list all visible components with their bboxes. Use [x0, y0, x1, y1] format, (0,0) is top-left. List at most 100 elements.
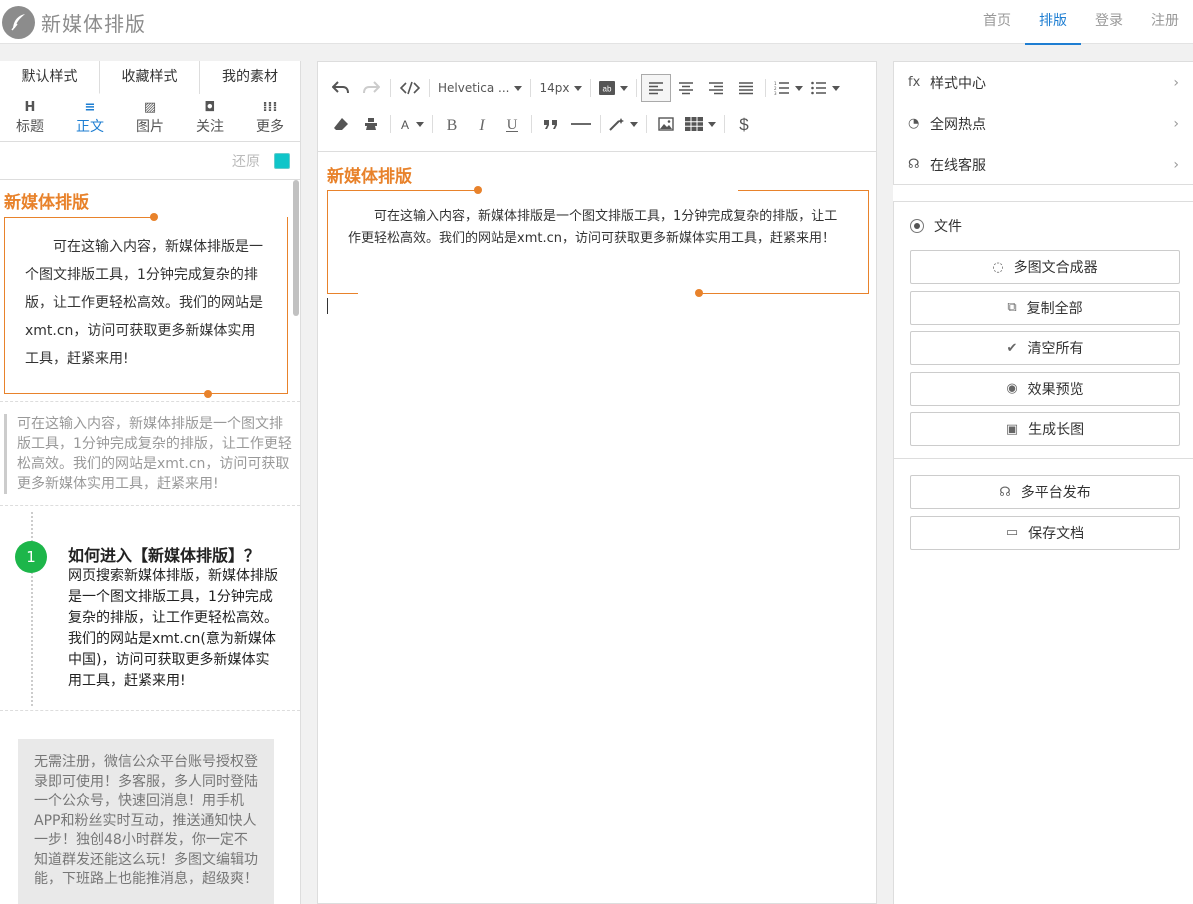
font-family-select[interactable]: Helvetica ...	[434, 74, 526, 102]
tab-favorite-styles[interactable]: 收藏样式	[100, 61, 200, 94]
unordered-list-button[interactable]	[807, 74, 844, 102]
toolbar-separator	[724, 115, 725, 133]
image-icon: ▣	[1005, 421, 1019, 437]
check-circle-icon: ✔	[1006, 340, 1018, 356]
compass-icon: ◔	[908, 116, 920, 131]
nav-home[interactable]: 首页	[969, 0, 1025, 44]
magic-wand-button[interactable]	[605, 110, 642, 138]
file-label: 文件	[934, 219, 962, 235]
align-center-button[interactable]	[671, 74, 701, 102]
button-label: 保存文档	[1028, 525, 1085, 542]
button-label: 清空所有	[1027, 341, 1084, 357]
document-body[interactable]: 可在这输入内容，新媒体排版是一个图文排版工具，1分钟完成复杂的排版，让工作更轻松…	[327, 190, 869, 293]
bold-icon: B	[447, 117, 458, 132]
blockquote-button[interactable]	[536, 110, 566, 138]
template-title: 如何进入【新媒体排版】？	[68, 546, 261, 565]
svg-text:A: A	[401, 118, 409, 131]
chevron-down-icon	[514, 85, 523, 91]
chevron-down-icon	[630, 121, 638, 127]
template-gray-box[interactable]: 无需注册，微信公众平台账号授权登录即可使用！多客服，多人同时登陆一个公众号，快速…	[0, 711, 300, 904]
font-size-select[interactable]: 14px	[535, 74, 586, 102]
multi-article-composer-button[interactable]: ◌ 多图文合成器	[910, 250, 1180, 284]
toolbar-separator	[765, 79, 767, 97]
restore-button[interactable]: 还原	[232, 151, 260, 171]
heading-icon: H	[24, 100, 36, 115]
category-body[interactable]: ≡ 正文	[60, 94, 120, 141]
decor-line	[698, 293, 869, 294]
chevron-down-icon	[620, 85, 629, 91]
composer-icon: ◌	[992, 259, 1004, 275]
category-follow[interactable]: ◘ 关注	[180, 94, 240, 141]
source-code-button[interactable]	[395, 74, 425, 102]
chevron-down-icon	[795, 85, 804, 91]
underline-button[interactable]: U	[497, 110, 527, 138]
undo-button[interactable]	[326, 74, 356, 102]
preview-button[interactable]: ◉ 效果预览	[910, 371, 1180, 406]
font-size-value: 14px	[539, 81, 570, 95]
svg-text:I: I	[478, 117, 485, 132]
category-label: 关注	[196, 119, 224, 135]
editor-document[interactable]: 新媒体排版 可在这输入内容，新媒体排版是一个图文排版工具，1分钟完成复杂的排版，…	[318, 152, 876, 314]
nav-register[interactable]: 注册	[1137, 0, 1193, 44]
nav-layout[interactable]: 排版	[1025, 0, 1081, 45]
redo-button[interactable]	[356, 74, 386, 102]
category-label: 更多	[256, 119, 284, 135]
logo[interactable]: 新媒体排版	[2, 4, 146, 40]
menu-online-support[interactable]: ☊ 在线客服 ›	[894, 144, 1193, 185]
category-image[interactable]: ▨ 图片	[120, 94, 180, 141]
dollar-button[interactable]: $	[729, 110, 759, 138]
tab-default-styles[interactable]: 默认样式	[0, 61, 100, 94]
category-more[interactable]: ⁞⁞⁞ 更多	[240, 94, 300, 141]
button-label: 多图文合成器	[1013, 260, 1098, 276]
table-icon	[685, 117, 703, 131]
font-color-button[interactable]: A	[395, 110, 428, 138]
button-label: 复制全部	[1026, 300, 1083, 317]
section-divider	[894, 458, 1193, 459]
italic-button[interactable]: I	[467, 110, 497, 138]
eraser-icon	[334, 118, 348, 130]
ordered-list-button[interactable]: 123	[770, 74, 807, 102]
align-justify-icon	[739, 82, 754, 95]
align-right-button[interactable]	[701, 74, 731, 102]
multi-platform-publish-button[interactable]: ☊ 多平台发布	[910, 475, 1180, 509]
template-numbered-step[interactable]: 1 如何进入【新媒体排版】？ 网页搜索新媒体排版，新媒体排版是一个图文排版工具，…	[0, 506, 300, 711]
toolbar-row-1: Helvetica ... 14px ab 1 2 3	[326, 70, 876, 106]
copy-all-button[interactable]: ⧉ 复制全部	[910, 290, 1180, 325]
chevron-right-icon: ›	[1173, 74, 1179, 91]
color-picker-swatch[interactable]	[274, 152, 290, 169]
align-justify-button[interactable]	[731, 74, 761, 102]
menu-hot-topics[interactable]: ◔ 全网热点 ›	[894, 103, 1193, 144]
eraser-button[interactable]	[326, 110, 356, 138]
image-icon	[658, 117, 674, 131]
generate-long-image-button[interactable]: ▣ 生成长图	[910, 412, 1180, 446]
button-label: 生成长图	[1028, 422, 1085, 438]
save-document-button[interactable]: ▭ 保存文档	[910, 515, 1180, 550]
category-label: 标题	[16, 119, 44, 135]
align-left-icon	[649, 82, 664, 95]
quote-icon	[544, 120, 557, 129]
insert-table-button[interactable]	[681, 110, 720, 138]
template-quote[interactable]: 可在这输入内容，新媒体排版是一个图文排版工具，1分钟完成复杂的排版，让工作更轻松…	[0, 402, 300, 506]
highlight-color-button[interactable]: ab	[595, 74, 632, 102]
style-panel: 默认样式 收藏样式 我的素材 H 标题 ≡ 正文 ▨ 图片 ◘ 关注 ⁞⁞⁞ 更…	[0, 61, 301, 904]
tab-my-materials[interactable]: 我的素材	[200, 61, 300, 94]
template-orange-box[interactable]: 新媒体排版 可在这输入内容，新媒体排版是一个图文排版工具，1分钟完成复杂的排版，…	[0, 180, 300, 402]
template-list[interactable]: 新媒体排版 可在这输入内容，新媒体排版是一个图文排版工具，1分钟完成复杂的排版，…	[0, 180, 300, 904]
toolbar-separator	[636, 79, 638, 97]
template-body: 可在这输入内容，新媒体排版是一个图文排版工具，1分钟完成复杂的排版，让工作更轻松…	[4, 217, 288, 394]
align-left-button[interactable]	[641, 74, 672, 102]
clear-all-button[interactable]: ✔ 清空所有	[910, 331, 1180, 365]
headset-icon: ☊	[999, 484, 1011, 500]
category-title[interactable]: H 标题	[0, 94, 60, 141]
menu-style-center[interactable]: fx 样式中心 ›	[894, 62, 1193, 103]
nav-login[interactable]: 登录	[1081, 0, 1137, 44]
menu-label: 全网热点	[930, 116, 986, 133]
format-painter-button[interactable]	[356, 110, 386, 138]
grid-icon: ⁞⁞⁞	[262, 100, 278, 115]
bold-button[interactable]: B	[437, 110, 467, 138]
horizontal-rule-button[interactable]	[566, 110, 596, 138]
file-section-header: 文件	[894, 202, 1193, 250]
decor-dot	[204, 390, 212, 398]
file-panel: 文件 ◌ 多图文合成器 ⧉ 复制全部 ✔ 清空所有 ◉ 效果预览 ▣ 生成长图 …	[893, 201, 1193, 904]
insert-image-button[interactable]	[651, 110, 681, 138]
